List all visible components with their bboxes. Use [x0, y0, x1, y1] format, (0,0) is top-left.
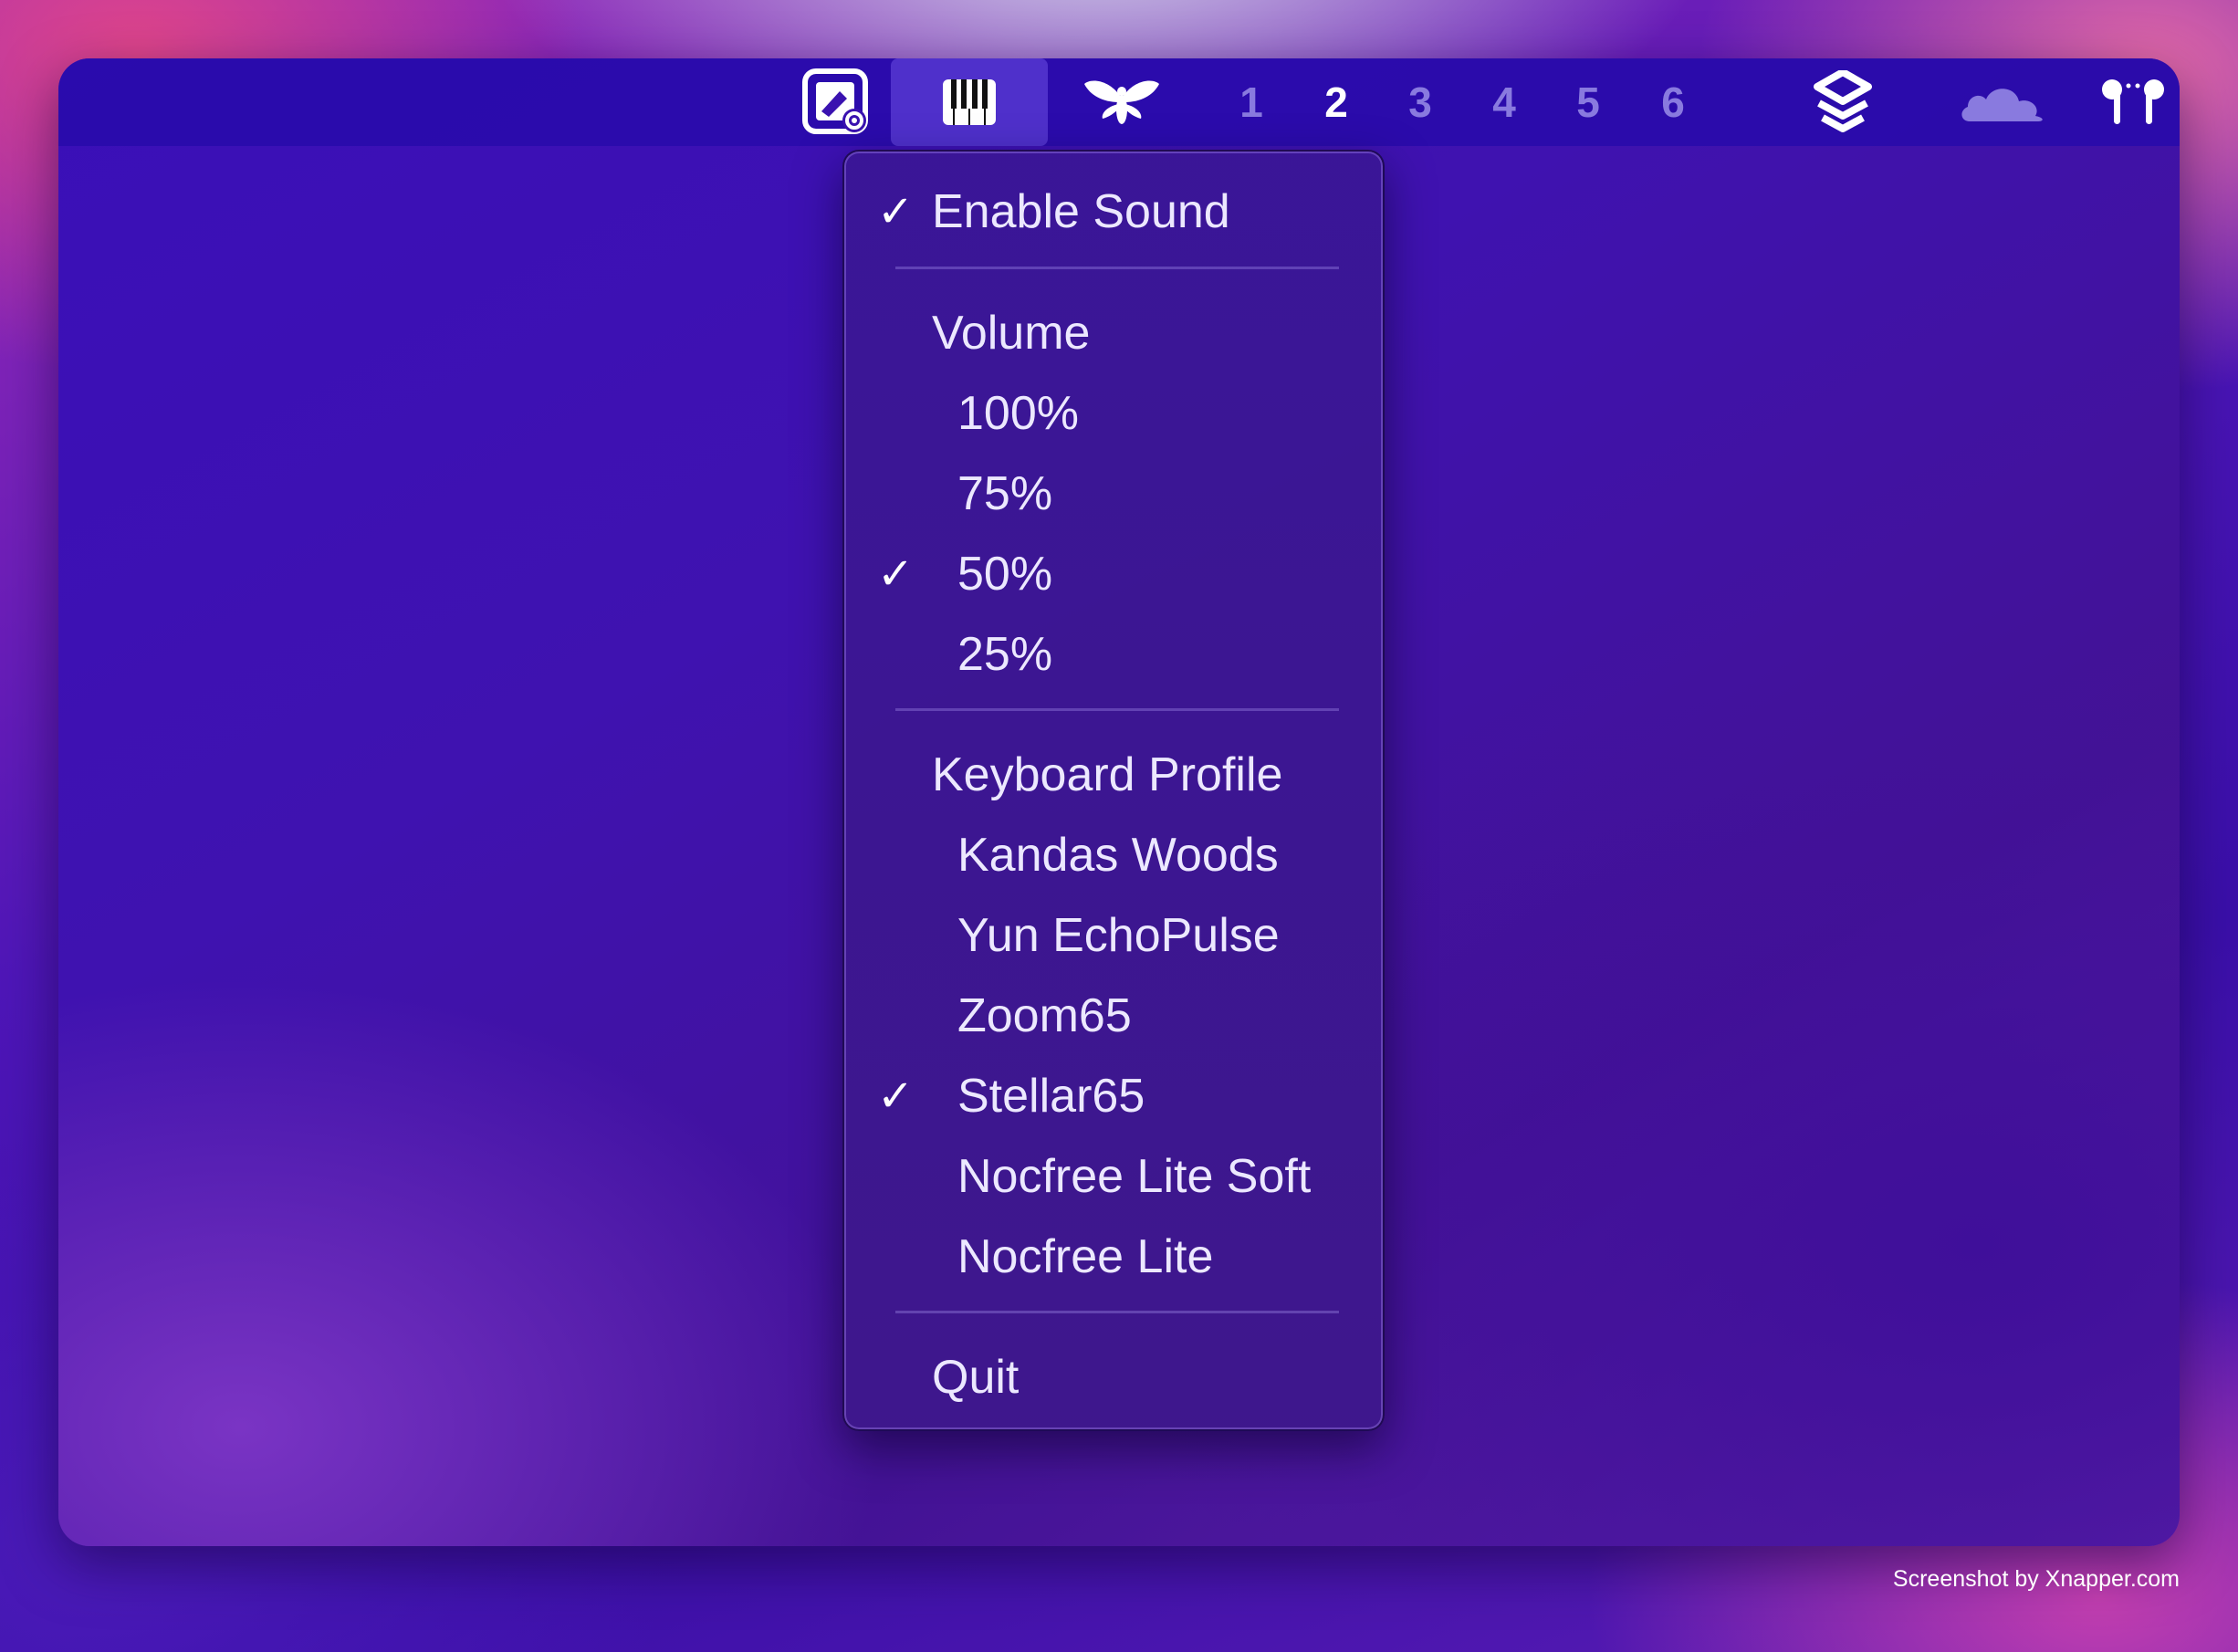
- layers-icon[interactable]: [1797, 58, 1888, 146]
- menu-item-label: Stellar65: [957, 1070, 1145, 1123]
- screenshot-credit: Screenshot by Xnapper.com: [1892, 1566, 2180, 1592]
- space-1[interactable]: 1: [1219, 58, 1283, 146]
- menu-item-label: 75%: [957, 467, 1053, 520]
- menu-item-label: Zoom65: [957, 989, 1132, 1042]
- menu-item-quit[interactable]: Quit: [844, 1341, 1383, 1414]
- menu-item-label: Kandas Woods: [957, 829, 1279, 882]
- menu-item-profile-nocfree-lite-soft[interactable]: Nocfree Lite Soft: [844, 1140, 1383, 1213]
- cloud-icon[interactable]: [1948, 58, 2057, 146]
- menu-item-profile-nocfree-lite[interactable]: Nocfree Lite: [844, 1220, 1383, 1293]
- space-3[interactable]: 3: [1388, 58, 1452, 146]
- menu-item-label: 100%: [957, 387, 1079, 440]
- airpods-icon[interactable]: [2089, 58, 2176, 146]
- menu-separator: [895, 1311, 1339, 1313]
- menu-item-profile-yun-echopulse[interactable]: Yun EchoPulse: [844, 899, 1383, 972]
- checkmark-icon: ✓: [877, 550, 915, 599]
- menu-item-volume-100[interactable]: 100%: [844, 377, 1383, 450]
- piano-keys-icon[interactable]: [891, 58, 1048, 146]
- menu-separator: [895, 267, 1339, 269]
- menu-header-keyboard-profile: Keyboard Profile: [844, 738, 1383, 811]
- space-5[interactable]: 5: [1556, 58, 1620, 146]
- menu-item-profile-zoom65[interactable]: Zoom65: [844, 979, 1383, 1052]
- menu-item-label: 25%: [957, 628, 1053, 681]
- screen-capture-icon[interactable]: [790, 58, 882, 146]
- checkmark-icon: ✓: [877, 1072, 915, 1121]
- menu-item-label: Nocfree Lite Soft: [957, 1150, 1312, 1203]
- menu-item-label: 50%: [957, 548, 1053, 601]
- menu-item-volume-25[interactable]: 25%: [844, 618, 1383, 691]
- menu-item-volume-50[interactable]: ✓ 50%: [844, 538, 1383, 611]
- space-4[interactable]: 4: [1472, 58, 1536, 146]
- menu-item-enable-sound[interactable]: ✓ Enable Sound: [844, 175, 1383, 248]
- menu-item-label: Quit: [932, 1351, 1020, 1404]
- keyboard-sound-dropdown-menu: ✓ Enable Sound Volume 100% 75% ✓ 50% 25%…: [842, 150, 1385, 1431]
- menu-header-label: Volume: [932, 307, 1091, 360]
- menu-item-volume-75[interactable]: 75%: [844, 457, 1383, 530]
- menu-bar: 1 2 3 4 5 6: [58, 58, 2180, 146]
- menu-header-volume: Volume: [844, 297, 1383, 370]
- menu-item-label: Yun EchoPulse: [957, 909, 1280, 962]
- space-2-current[interactable]: 2: [1304, 58, 1368, 146]
- menu-item-profile-stellar65[interactable]: ✓ Stellar65: [844, 1060, 1383, 1133]
- bee-icon[interactable]: [1072, 58, 1172, 146]
- menu-item-profile-kandas-woods[interactable]: Kandas Woods: [844, 819, 1383, 892]
- space-6[interactable]: 6: [1641, 58, 1705, 146]
- menu-item-label: Enable Sound: [932, 185, 1230, 238]
- menu-separator: [895, 708, 1339, 711]
- menu-header-label: Keyboard Profile: [932, 748, 1283, 801]
- checkmark-icon: ✓: [877, 188, 915, 236]
- menu-item-label: Nocfree Lite: [957, 1230, 1214, 1283]
